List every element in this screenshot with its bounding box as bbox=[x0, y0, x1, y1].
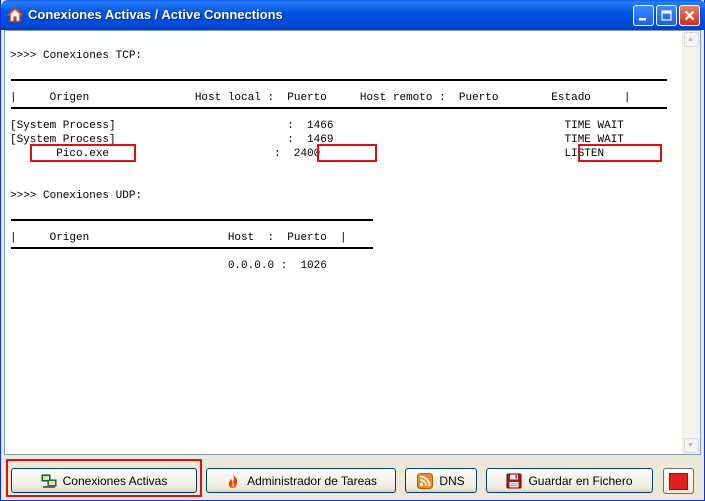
app-window: Conexiones Activas / Active Connections … bbox=[0, 0, 705, 501]
button-bar: Conexiones Activas Administrador de Tare… bbox=[1, 456, 705, 501]
tcp-table-header: | Origen Host local : Puerto Host remoto… bbox=[10, 92, 631, 104]
stop-button[interactable] bbox=[663, 468, 694, 494]
chevron-up-icon: ▲ bbox=[687, 36, 694, 43]
title-bar[interactable]: Conexiones Activas / Active Connections bbox=[1, 0, 705, 30]
vertical-scrollbar[interactable]: ▲ ▼ bbox=[682, 31, 700, 454]
udp-rule-top bbox=[11, 219, 373, 221]
highlight-port bbox=[317, 144, 377, 162]
close-button[interactable] bbox=[679, 5, 700, 26]
dns-label: DNS bbox=[439, 473, 465, 488]
administrador-tareas-label: Administrador de Tareas bbox=[247, 473, 377, 488]
guardar-fichero-button[interactable]: Guardar en Fichero bbox=[486, 468, 653, 493]
network-computers-icon bbox=[41, 474, 57, 488]
minimize-button[interactable] bbox=[633, 5, 654, 26]
scroll-up-button[interactable]: ▲ bbox=[684, 32, 699, 47]
udp-table-header: | Origen Host : Puerto | bbox=[10, 232, 347, 244]
maximize-icon bbox=[661, 10, 672, 21]
tcp-row: [System Process] : 1466 TIME WAIT bbox=[10, 120, 624, 132]
conexiones-activas-button[interactable]: Conexiones Activas bbox=[11, 468, 197, 493]
tcp-rule-top bbox=[11, 79, 667, 81]
administrador-tareas-button[interactable]: Administrador de Tareas bbox=[206, 468, 396, 493]
dns-button[interactable]: DNS bbox=[405, 468, 477, 493]
rss-icon bbox=[417, 472, 434, 489]
udp-heading: >>>> Conexiones UDP: bbox=[10, 190, 143, 202]
scroll-down-button[interactable]: ▼ bbox=[684, 438, 699, 453]
chevron-down-icon: ▼ bbox=[687, 442, 694, 449]
maximize-button[interactable] bbox=[656, 5, 677, 26]
connections-text-area[interactable]: >>>> Conexiones TCP: | Origen Host local… bbox=[4, 30, 701, 455]
stop-icon bbox=[669, 473, 688, 490]
connections-output: >>>> Conexiones TCP: | Origen Host local… bbox=[10, 35, 682, 450]
flame-icon bbox=[228, 473, 238, 488]
guardar-fichero-label: Guardar en Fichero bbox=[528, 473, 633, 488]
conexiones-activas-label: Conexiones Activas bbox=[62, 473, 168, 488]
udp-rule-bottom bbox=[11, 247, 373, 249]
home-icon bbox=[7, 7, 23, 23]
tcp-rule-bottom bbox=[11, 107, 667, 109]
highlight-origin bbox=[30, 144, 136, 162]
udp-row: 0.0.0.0 : 1026 bbox=[10, 260, 327, 272]
minimize-icon bbox=[639, 18, 646, 21]
highlight-state bbox=[578, 144, 662, 162]
close-icon bbox=[684, 10, 695, 21]
window-title: Conexiones Activas / Active Connections bbox=[28, 7, 283, 22]
floppy-disk-icon bbox=[506, 473, 522, 488]
tcp-heading: >>>> Conexiones TCP: bbox=[10, 50, 143, 62]
